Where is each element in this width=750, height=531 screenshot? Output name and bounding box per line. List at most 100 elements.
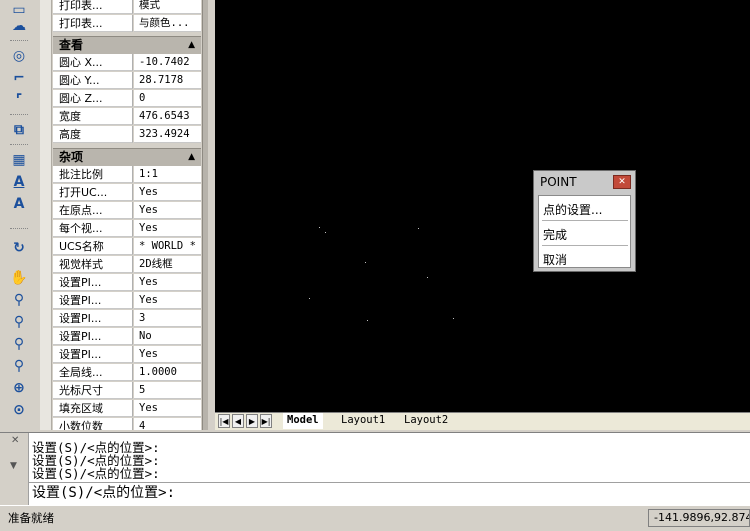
property-value[interactable]: 0 (134, 90, 201, 107)
close-icon[interactable]: ✕ (11, 435, 19, 446)
property-row[interactable]: 宽度 476.6543 (53, 108, 201, 126)
property-value[interactable]: 476.6543 (134, 108, 201, 125)
property-row[interactable]: 设置PI... Yes (53, 274, 201, 292)
property-row[interactable]: 圆心 Y... 28.7178 (53, 72, 201, 90)
menu-item-done[interactable]: 完成 (543, 226, 567, 243)
property-key: UCS名称 (53, 238, 133, 255)
region-tool-icon[interactable]: ⌐ (8, 68, 30, 88)
property-value[interactable]: 与颜色... (134, 15, 201, 32)
section-title: 查看 (59, 38, 84, 52)
pan-hand-icon[interactable]: ✋ (8, 268, 30, 288)
zoom-in-icon[interactable]: ⊕ (8, 378, 30, 398)
fillet-tool-icon[interactable]: ⌜ (8, 90, 30, 110)
collapse-arrow-icon[interactable]: ▲ (188, 149, 195, 166)
drawn-point (325, 232, 326, 233)
property-key: 视觉样式 (53, 256, 133, 273)
property-row[interactable]: 填充区域 Yes (53, 400, 201, 418)
properties-panel: 打印表... 模式 打印表... 与颜色... 查看 ▲ 圆心 X... -10… (40, 0, 208, 430)
drawing-canvas[interactable] (215, 0, 750, 412)
property-value[interactable]: Yes (134, 400, 201, 417)
menu-item-cancel[interactable]: 取消 (543, 251, 567, 268)
next-tab-icon[interactable]: ▶ (246, 414, 258, 428)
status-text: 准备就绪 (8, 511, 54, 525)
tab-layout1[interactable]: Layout1 (337, 413, 389, 429)
property-row[interactable]: 光标尺寸 5 (53, 382, 201, 400)
property-row[interactable]: 在原点... Yes (53, 202, 201, 220)
status-bar: 准备就绪 -141.9896,92.8741,0 (0, 505, 750, 531)
property-key: 设置PI... (53, 328, 133, 345)
draw-toolbar: ▭ ☁ ◎ ⌐ ⌜ ⧉ ▦ A A ↻ ✋ ⚲ ⚲ ⚲ ⚲ ⊕ ⊙ (0, 0, 41, 430)
property-key: 圆心 X... (53, 54, 133, 71)
property-row[interactable]: 设置PI... Yes (53, 292, 201, 310)
property-value[interactable]: Yes (134, 274, 201, 291)
property-value[interactable]: Yes (134, 292, 201, 309)
tab-layout2[interactable]: Layout2 (400, 413, 452, 429)
regen-icon[interactable]: ↻ (8, 238, 30, 258)
menu-item-point-settings[interactable]: 点的设置... (543, 201, 602, 218)
property-row[interactable]: 批注比例 1:1 (53, 166, 201, 184)
first-tab-icon[interactable]: |◀ (218, 414, 230, 428)
property-row[interactable]: 打开UC... Yes (53, 184, 201, 202)
command-window-handle[interactable]: ✕ ▼ (0, 433, 29, 505)
text-tool-icon[interactable]: A (8, 194, 30, 214)
collapse-arrow-icon[interactable]: ▲ (188, 37, 195, 54)
properties-scrollbar[interactable] (40, 0, 52, 430)
property-value[interactable]: -10.7402 (134, 54, 201, 71)
donut-tool-icon[interactable]: ◎ (8, 46, 30, 66)
property-value[interactable]: No (134, 328, 201, 345)
popup-menu: 点的设置... 完成 取消 (538, 195, 631, 268)
prev-tab-icon[interactable]: ◀ (232, 414, 244, 428)
section-header-misc[interactable]: 杂项 ▲ (53, 148, 201, 166)
zoom-window-icon[interactable]: ⚲ (8, 334, 30, 354)
property-value[interactable]: 5 (134, 382, 201, 399)
property-value[interactable]: 28.7178 (134, 72, 201, 89)
zoom-extents-icon[interactable]: ⊙ (8, 400, 30, 420)
block-tool-icon[interactable]: ⧉ (8, 120, 30, 140)
cloud-tool-icon[interactable]: ☁ (8, 16, 30, 36)
property-value[interactable]: 3 (134, 310, 201, 327)
property-value[interactable]: 4 (134, 418, 201, 430)
multiline-text-icon[interactable]: A (8, 172, 30, 192)
panel-splitter[interactable] (202, 0, 208, 430)
collapse-icon[interactable]: ▼ (10, 461, 17, 471)
property-value[interactable]: 2D线框 (134, 256, 201, 273)
property-row[interactable]: 小数位数 4 (53, 418, 201, 430)
property-row[interactable]: 设置PI... Yes (53, 346, 201, 364)
property-row[interactable]: 高度 323.4924 (53, 126, 201, 144)
tab-model[interactable]: Model (283, 413, 323, 429)
property-value[interactable]: 1.0000 (134, 364, 201, 381)
close-icon[interactable]: ✕ (613, 175, 631, 189)
section-header-view[interactable]: 查看 ▲ (53, 36, 201, 54)
property-row[interactable]: 打印表... 与颜色... (53, 15, 201, 33)
property-row[interactable]: 全局线... 1.0000 (53, 364, 201, 382)
property-key: 圆心 Z... (53, 90, 133, 107)
property-row[interactable]: 每个视... Yes (53, 220, 201, 238)
zoom-previous-icon[interactable]: ⚲ (8, 312, 30, 332)
menu-separator (542, 220, 628, 221)
property-value[interactable]: Yes (134, 184, 201, 201)
property-row[interactable]: 打印表... 模式 (53, 0, 201, 15)
property-value[interactable]: 模式 (134, 0, 201, 14)
command-input[interactable]: 设置(S)/<点的位置>: (28, 482, 750, 502)
property-row[interactable]: 设置PI... No (53, 328, 201, 346)
property-row[interactable]: 设置PI... 3 (53, 310, 201, 328)
hatch-tool-icon[interactable]: ▦ (8, 150, 30, 170)
property-value[interactable]: Yes (134, 346, 201, 363)
property-key: 宽度 (53, 108, 133, 125)
property-value[interactable]: Yes (134, 220, 201, 237)
property-value[interactable]: * WORLD * (134, 238, 201, 255)
property-value[interactable]: 323.4924 (134, 126, 201, 143)
property-row[interactable]: 圆心 X... -10.7402 (53, 54, 201, 72)
drawn-point (418, 228, 419, 229)
drawn-point (319, 227, 320, 228)
property-value[interactable]: Yes (134, 202, 201, 219)
zoom-dynamic-icon[interactable]: ⚲ (8, 356, 30, 376)
drawn-point (365, 262, 366, 263)
property-row[interactable]: 视觉样式 2D线框 (53, 256, 201, 274)
last-tab-icon[interactable]: ▶| (260, 414, 272, 428)
property-value[interactable]: 1:1 (134, 166, 201, 183)
property-row[interactable]: UCS名称 * WORLD * (53, 238, 201, 256)
property-row[interactable]: 圆心 Z... 0 (53, 90, 201, 108)
zoom-realtime-icon[interactable]: ⚲ (8, 290, 30, 310)
property-key: 圆心 Y... (53, 72, 133, 89)
